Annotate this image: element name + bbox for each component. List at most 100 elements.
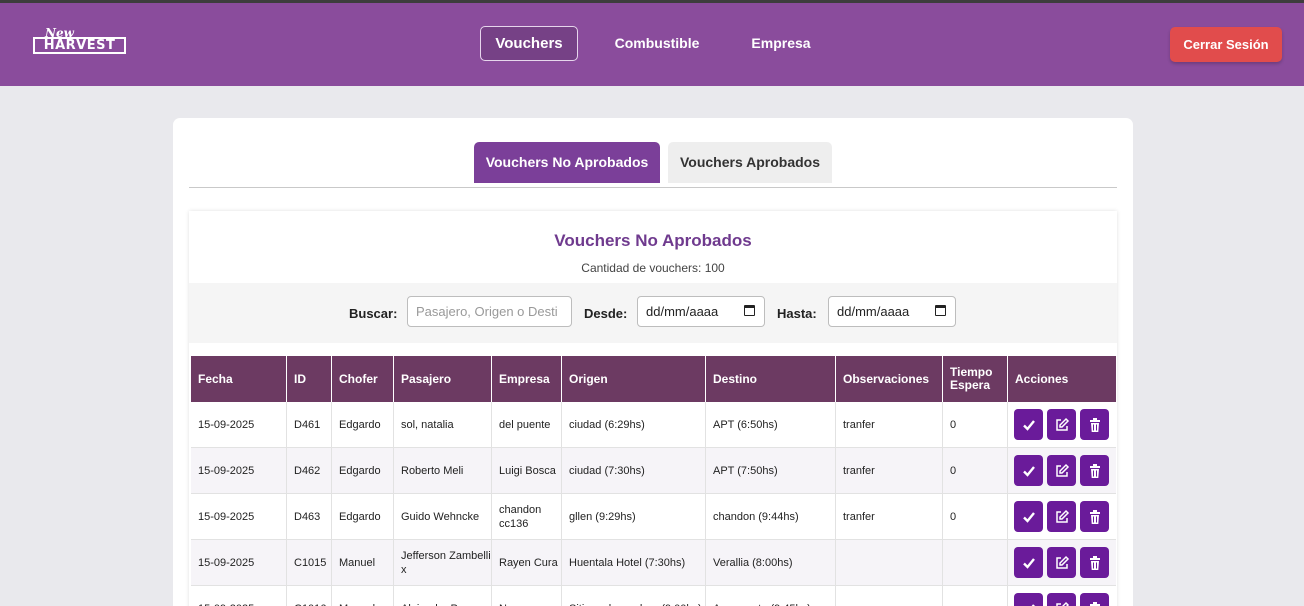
- cell-id: C1015: [287, 540, 332, 585]
- table-row: 15-09-2025 D463 Edgardo Guido Wehncke ch…: [191, 494, 1116, 540]
- delete-button[interactable]: [1080, 455, 1109, 486]
- table-row: 15-09-2025 C1016 Manuel Alejandra Perez …: [191, 586, 1116, 606]
- approve-button[interactable]: [1014, 409, 1043, 440]
- check-icon: [1022, 465, 1035, 477]
- delete-button[interactable]: [1080, 547, 1109, 578]
- cell-tiempo-espera: 0: [943, 494, 1008, 539]
- edit-icon: [1055, 555, 1069, 569]
- cell-id: C1016: [287, 586, 332, 606]
- cell-chofer: Manuel: [332, 586, 394, 606]
- to-date-label: Hasta:: [777, 306, 817, 321]
- header-tiempo-espera[interactable]: Tiempo Espera: [943, 356, 1008, 402]
- approve-button[interactable]: [1014, 455, 1043, 486]
- calendar-icon[interactable]: [935, 305, 946, 316]
- cell-tiempo-espera: [943, 540, 1008, 585]
- cell-destino: chandon (9:44hs): [706, 494, 836, 539]
- edit-button[interactable]: [1047, 501, 1076, 532]
- header-observaciones[interactable]: Observaciones: [836, 356, 943, 402]
- cell-observaciones: tranfer: [836, 402, 943, 447]
- tabs-divider: [189, 187, 1117, 188]
- header-pasajero[interactable]: Pasajero: [394, 356, 492, 402]
- cell-empresa: chandon cc136: [492, 494, 562, 539]
- edit-button[interactable]: [1047, 547, 1076, 578]
- cell-chofer: Edgardo: [332, 494, 394, 539]
- cell-pasajero: Guido Wehncke: [394, 494, 492, 539]
- cell-id: D461: [287, 402, 332, 447]
- calendar-icon[interactable]: [744, 305, 755, 316]
- approve-button[interactable]: [1014, 501, 1043, 532]
- search-input[interactable]: Pasajero, Origen o Desti: [407, 296, 572, 327]
- trash-icon: [1089, 509, 1100, 524]
- header-id[interactable]: ID: [287, 356, 332, 402]
- delete-button[interactable]: [1080, 593, 1109, 606]
- cell-pasajero: Roberto Meli: [394, 448, 492, 493]
- table-row: 15-09-2025 D461 Edgardo sol, natalia del…: [191, 402, 1116, 448]
- nav-combustible[interactable]: Combustible: [604, 26, 710, 61]
- header-destino[interactable]: Destino: [706, 356, 836, 402]
- logout-button[interactable]: Cerrar Sesión: [1170, 27, 1282, 62]
- approve-button[interactable]: [1014, 593, 1043, 606]
- logo[interactable]: New HARVEST: [33, 26, 127, 58]
- delete-button[interactable]: [1080, 501, 1109, 532]
- trash-icon: [1089, 463, 1100, 478]
- tab-vouchers-no-aprobados[interactable]: Vouchers No Aprobados: [474, 142, 660, 183]
- cell-chofer: Edgardo: [332, 402, 394, 447]
- cell-origen: ciudad (6:29hs): [562, 402, 706, 447]
- cell-empresa: Rayen Cura: [492, 540, 562, 585]
- cell-empresa: del puente: [492, 402, 562, 447]
- edit-button[interactable]: [1047, 409, 1076, 440]
- header-acciones: Acciones: [1015, 371, 1069, 386]
- cell-observaciones: [836, 586, 943, 606]
- cell-observaciones: tranfer: [836, 448, 943, 493]
- cell-chofer: Manuel: [332, 540, 394, 585]
- cell-pasajero: Jefferson Zambelli x: [394, 540, 492, 585]
- trash-icon: [1089, 417, 1100, 432]
- voucher-count: Cantidad de vouchers: 100: [581, 261, 725, 275]
- cell-empresa: Luigi Bosca: [492, 448, 562, 493]
- from-date-label: Desde:: [584, 306, 628, 321]
- cell-pasajero: sol, natalia: [394, 402, 492, 447]
- edit-icon: [1055, 463, 1069, 477]
- cell-origen: Huentala Hotel (7:30hs): [562, 540, 706, 585]
- header-chofer[interactable]: Chofer: [332, 356, 394, 402]
- edit-icon: [1055, 417, 1069, 431]
- cell-tiempo-espera: 0: [943, 448, 1008, 493]
- table-row: 15-09-2025 D462 Edgardo Roberto Meli Lui…: [191, 448, 1116, 494]
- nav-empresa[interactable]: Empresa: [740, 26, 822, 61]
- check-icon: [1030, 603, 1035, 606]
- main-card: Vouchers No Aprobados Vouchers Aprobados…: [173, 118, 1133, 606]
- from-date-value: dd/mm/aaaa: [646, 304, 719, 319]
- trash-icon: [1089, 601, 1100, 606]
- header-empresa[interactable]: Empresa: [492, 356, 562, 402]
- to-date-value: dd/mm/aaaa: [837, 304, 910, 319]
- cell-id: D463: [287, 494, 332, 539]
- tab-vouchers-aprobados[interactable]: Vouchers Aprobados: [668, 142, 832, 183]
- check-icon: [1022, 419, 1035, 431]
- approve-button[interactable]: [1014, 547, 1043, 578]
- from-date-input[interactable]: dd/mm/aaaa: [637, 296, 765, 327]
- filters-bar: Buscar: Pasajero, Origen o Desti Desde: …: [189, 283, 1117, 343]
- edit-button[interactable]: [1047, 455, 1076, 486]
- nav-vouchers[interactable]: Vouchers: [480, 26, 578, 61]
- cell-pasajero: Alejandra Perez: [394, 586, 492, 606]
- cell-destino: Verallia (8:00hs): [706, 540, 836, 585]
- header-origen[interactable]: Origen: [562, 356, 706, 402]
- to-date-input[interactable]: dd/mm/aaaa: [828, 296, 956, 327]
- cell-origen: Sitio embarcadero (9:00hs): [562, 586, 706, 606]
- logo-brand-text: HARVEST: [33, 37, 126, 54]
- panel-title: Vouchers No Aprobados: [554, 231, 752, 250]
- header-fecha[interactable]: Fecha: [191, 356, 287, 402]
- cell-destino: APT (7:50hs): [706, 448, 836, 493]
- edit-button[interactable]: [1047, 593, 1076, 606]
- cell-chofer: Edgardo: [332, 448, 394, 493]
- cell-fecha: 15-09-2025: [191, 448, 287, 493]
- edit-icon: [1055, 509, 1069, 523]
- table-header: Fecha ID Chofer Pasajero Empresa Origen …: [191, 356, 1116, 402]
- cell-empresa: New: [492, 586, 562, 606]
- vouchers-panel: Vouchers No Aprobados Cantidad de vouche…: [189, 211, 1117, 606]
- cell-destino: Aeropuerto (9:45hs): [706, 586, 836, 606]
- table-row: 15-09-2025 C1015 Manuel Jefferson Zambel…: [191, 540, 1116, 586]
- cell-observaciones: tranfer: [836, 494, 943, 539]
- cell-observaciones: [836, 540, 943, 585]
- delete-button[interactable]: [1080, 409, 1109, 440]
